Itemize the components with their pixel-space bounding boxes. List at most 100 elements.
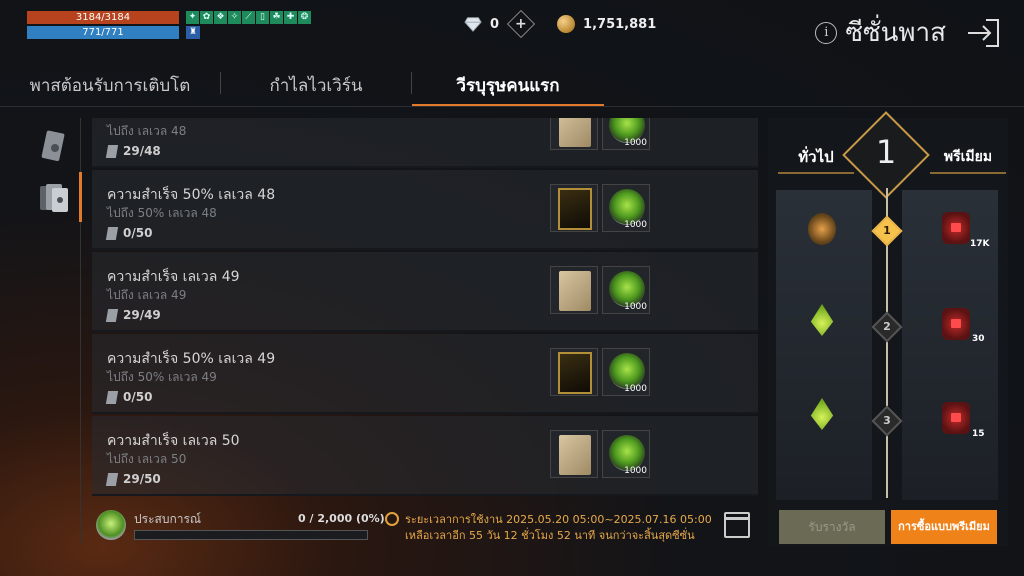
premium-track-label: พรีเมียม (930, 140, 1006, 174)
card-icon (558, 352, 592, 394)
mission-description: ไปถึง 50% เลเวล 48 (107, 206, 217, 220)
calendar-icon[interactable] (724, 512, 750, 538)
mission-progress: 0/50 (105, 226, 153, 240)
reward-exp-orb[interactable]: 1000 (602, 118, 650, 150)
scroll-icon (559, 435, 591, 475)
mission-description: ไปถึง เลเวล 48 (107, 124, 187, 138)
divider (0, 106, 1024, 107)
buff-list: ✦ ✿ ❖ ✧ ⟋ ▯ ☘ ✚ ❂ (186, 11, 311, 24)
reward-quantity: 1000 (624, 384, 647, 394)
status-bars: 3184/3184 771/771 (27, 11, 179, 39)
buff-icon[interactable]: ❖ (214, 11, 227, 24)
mission-title: ความสำเร็จ เลเวล 49 (107, 269, 240, 285)
mission-progress: 0/50 (105, 390, 153, 404)
mp-bar: 771/771 (27, 26, 179, 39)
buy-premium-button[interactable]: การซื้อแบบพรีเมียม (891, 510, 997, 544)
buff-icon[interactable]: ✦ (186, 11, 199, 24)
period-range: ระยะเวลาการใช้งาน 2025.05.20 05:00~2025.… (405, 513, 712, 526)
reward-quantity: 15 (972, 429, 985, 439)
card-icon (558, 188, 592, 230)
premium-reward-locked[interactable] (942, 308, 970, 340)
reward-quantity: 17K (970, 239, 990, 249)
scroll-icon (559, 118, 591, 147)
ticket-icon (105, 390, 119, 404)
mission-title: ความสำเร็จ 50% เลเวล 48 (107, 187, 276, 203)
plus-icon: + (515, 15, 527, 32)
buff-icon[interactable]: ❂ (298, 11, 311, 24)
reward-exp-orb[interactable]: 1000 (602, 266, 650, 314)
mission-progress: 29/49 (105, 308, 161, 322)
tier-number: 1 (883, 224, 891, 237)
scroll-icon (559, 271, 591, 311)
tab-wyvern-bracelet[interactable]: กำไลไวเวิร์น (221, 60, 411, 106)
buff-icon[interactable]: ⟋ (242, 11, 255, 24)
mission-progress: 29/50 (105, 472, 161, 486)
reward-quantity: 30 (972, 334, 985, 344)
progress-text: 29/50 (123, 472, 161, 486)
ticket-bundle-icon[interactable] (38, 180, 70, 216)
rail-active-indicator (79, 172, 82, 222)
progress-text: 0/50 (123, 390, 153, 404)
mission-list[interactable]: ไปถึง เลเวล 48 29/48 1000 ความสำเร็จ 50%… (92, 118, 758, 496)
mission-description: ไปถึง เลเวล 50 (107, 452, 187, 466)
exp-value: 0 / 2,000 (0%) (298, 512, 385, 525)
mission-row[interactable]: ไปถึง เลเวล 48 29/48 1000 (92, 118, 758, 168)
tab-growth-welcome-pass[interactable]: พาสต้อนรับการเติบโต (0, 60, 220, 106)
reward-exp-orb[interactable]: 1000 (602, 430, 650, 478)
period-remaining: เหลือเวลาอีก 55 วัน 12 ชั่วโมง 52 นาที จ… (405, 529, 695, 542)
page-title: ซีซั่นพาส (845, 18, 946, 48)
exp-label: ประสบการณ์ (134, 512, 202, 526)
reward-scroll[interactable] (550, 266, 598, 314)
premium-reward-locked[interactable] (942, 212, 970, 244)
exit-icon[interactable] (966, 18, 1000, 48)
ticket-icon (105, 226, 119, 240)
reward-exp-orb[interactable]: 1000 (602, 184, 650, 232)
tab-bar: พาสต้อนรับการเติบโต กำไลไวเวิร์น วีรบุรุ… (0, 60, 1024, 106)
reward-scroll[interactable] (550, 118, 598, 150)
claim-reward-button[interactable]: รับรางวัล (779, 510, 885, 544)
reward-quantity: 1000 (624, 220, 647, 230)
tier-number: 2 (883, 320, 891, 333)
mission-row[interactable]: ความสำเร็จ เลเวล 50 ไปถึง เลเวล 50 29/50… (92, 416, 758, 496)
diamond-icon (464, 17, 482, 32)
tab-first-hero[interactable]: วีรบุรุษคนแรก (412, 60, 604, 106)
mission-progress: 29/48 (105, 144, 161, 158)
info-icon[interactable]: i (815, 21, 838, 44)
reward-scroll[interactable] (550, 430, 598, 478)
season-period: ระยะเวลาการใช้งาน 2025.05.20 05:00~2025.… (405, 512, 712, 544)
exp-footer: ประสบการณ์ 0 / 2,000 (0%) ระยะเวลาการใช้… (92, 500, 758, 546)
diamond-count: 0 (490, 16, 500, 32)
exp-orb-icon (96, 510, 126, 540)
pass-level: 1 (875, 133, 897, 171)
reward-exp-orb[interactable]: 1000 (602, 348, 650, 396)
mission-row[interactable]: ความสำเร็จ 50% เลเวล 48 ไปถึง 50% เลเวล … (92, 170, 758, 250)
mission-row[interactable]: ความสำเร็จ เลเวล 49 ไปถึง เลเวล 49 29/49… (92, 252, 758, 332)
free-reward-emblem[interactable] (808, 213, 836, 245)
reward-card[interactable] (550, 348, 598, 396)
buff-icon[interactable]: ☘ (270, 11, 283, 24)
buff-icon[interactable]: ✚ (284, 11, 297, 24)
add-diamond-button[interactable]: + (506, 9, 536, 39)
mission-title: ความสำเร็จ 50% เลเวล 49 (107, 351, 276, 367)
progress-text: 29/48 (123, 144, 161, 158)
buff-icon[interactable]: ✿ (200, 11, 213, 24)
single-ticket-icon[interactable] (38, 128, 70, 164)
premium-reward-locked[interactable] (942, 402, 970, 434)
progress-text: 0/50 (123, 226, 153, 240)
buff-icon[interactable]: ▯ (256, 11, 269, 24)
currency-bar: 0 + 1,751,881 (464, 9, 656, 39)
hp-bar: 3184/3184 (27, 11, 179, 24)
progress-text: 29/49 (123, 308, 161, 322)
ticket-icon (105, 472, 119, 486)
buff-icon[interactable]: ✧ (228, 11, 241, 24)
reward-quantity: 1000 (624, 466, 647, 476)
season-header: i ซีซั่นพาส (815, 12, 1000, 53)
reward-quantity: 1000 (624, 138, 647, 148)
mission-row[interactable]: ความสำเร็จ 50% เลเวล 49 ไปถึง 50% เลเวล … (92, 334, 758, 414)
debuff-icon[interactable]: ♜ (186, 26, 200, 39)
tier-number: 3 (883, 414, 891, 427)
mission-description: ไปถึง 50% เลเวล 49 (107, 370, 217, 384)
gold-coin-icon (557, 15, 576, 33)
reward-card[interactable] (550, 184, 598, 232)
mission-description: ไปถึง เลเวล 49 (107, 288, 187, 302)
